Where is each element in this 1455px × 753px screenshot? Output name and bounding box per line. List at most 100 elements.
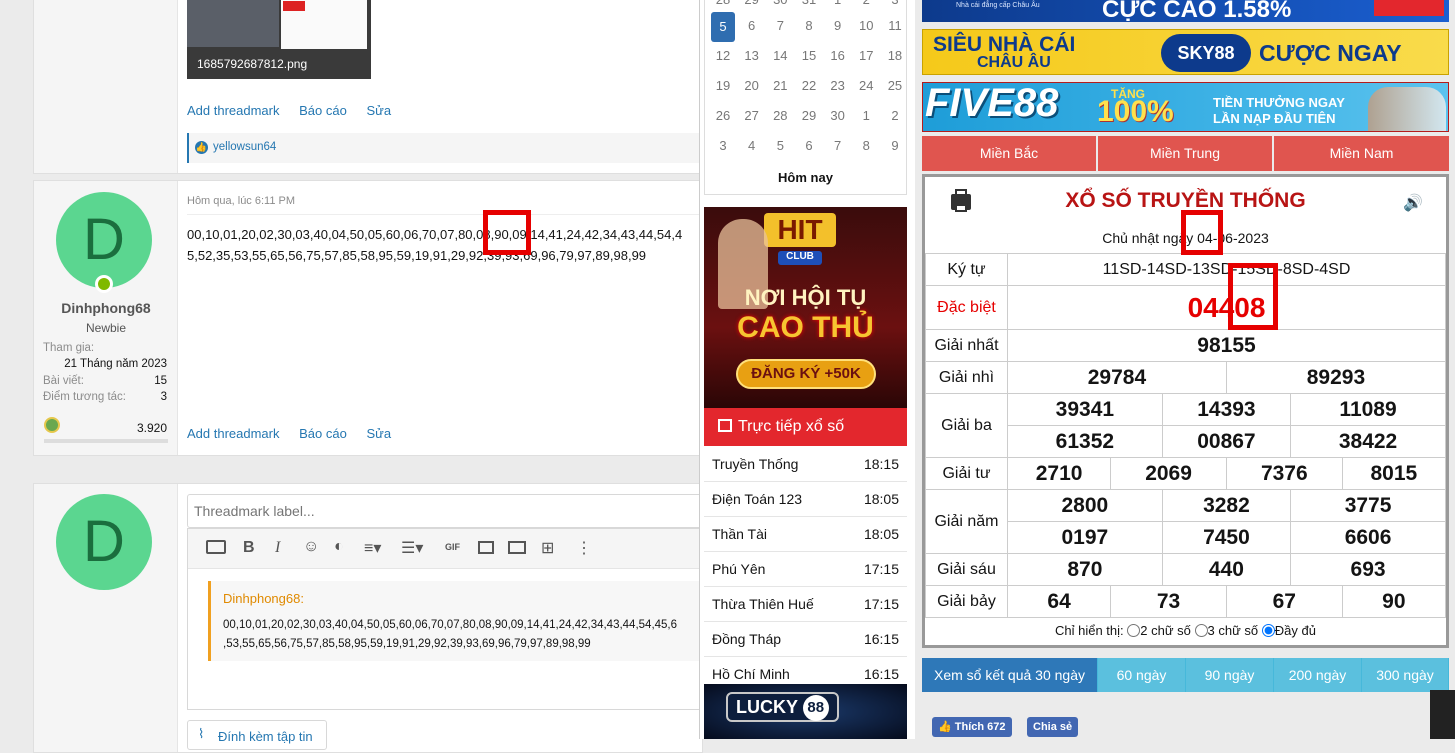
tab-mien-trung[interactable]: Miền Trung bbox=[1098, 136, 1272, 171]
money-icon[interactable] bbox=[206, 540, 226, 554]
ky-tu-value: 11SD-14SD-13SD-15SD-8SD-4SD bbox=[1007, 253, 1446, 286]
ad-hit-club[interactable]: HIT CLUB NƠI HỘI TỤ CAO THỦ ĐĂNG KÝ +50K bbox=[704, 207, 907, 408]
calendar-day[interactable]: 14 bbox=[768, 48, 792, 63]
live-lottery-item[interactable]: Điện Toán 123 18:05 bbox=[704, 482, 907, 517]
calendar-day[interactable]: 23 bbox=[826, 78, 850, 93]
calendar-day[interactable]: 20 bbox=[740, 78, 764, 93]
label-giai-nam: Giải năm bbox=[925, 489, 1008, 554]
post-user-panel: D bbox=[34, 484, 178, 752]
filter-3-digits-radio[interactable] bbox=[1194, 624, 1208, 637]
calendar-day[interactable]: 30 bbox=[768, 0, 792, 7]
range-60-days-button[interactable]: 60 ngày bbox=[1098, 658, 1186, 692]
calendar-day[interactable]: 4 bbox=[740, 138, 764, 153]
calendar-day[interactable]: 6 bbox=[740, 18, 764, 42]
giai-bay-value: 67 bbox=[1225, 585, 1343, 618]
post-actions: Add threadmark Báo cáo Sửa bbox=[187, 103, 407, 118]
calendar-day[interactable]: 16 bbox=[826, 48, 850, 63]
fb-share-button[interactable]: Chia sẻ bbox=[1027, 717, 1079, 737]
banner-five88[interactable]: FIVE88 TẶNG 100% TIỀN THƯỞNG NGAY LẦN NẠ… bbox=[922, 82, 1449, 132]
bold-icon[interactable]: B bbox=[243, 539, 255, 557]
calendar-day[interactable]: 29 bbox=[740, 0, 764, 7]
calendar-day[interactable]: 8 bbox=[797, 18, 821, 42]
more-icon[interactable]: ⋮ bbox=[576, 538, 592, 558]
calendar-day[interactable]: 28 bbox=[711, 0, 735, 7]
range-30-days-button[interactable]: Xem sổ kết quả 30 ngày bbox=[922, 658, 1098, 692]
edit-link[interactable]: Sửa bbox=[366, 426, 391, 441]
ad-lucky88[interactable]: LUCKY 88 bbox=[704, 684, 907, 739]
add-threadmark-link[interactable]: Add threadmark bbox=[187, 426, 280, 441]
live-lottery-item[interactable]: Đồng Tháp 16:15 bbox=[704, 622, 907, 657]
attach-files-button[interactable]: ⌇ Đính kèm tập tin bbox=[187, 720, 327, 750]
calendar-day[interactable]: 5 bbox=[711, 12, 735, 42]
emoji-icon[interactable]: ☺ bbox=[303, 538, 319, 556]
gif-icon[interactable]: GIF bbox=[445, 542, 460, 552]
palette-icon[interactable]: ◐ bbox=[334, 538, 344, 556]
calendar-day[interactable]: 22 bbox=[797, 78, 821, 93]
stat-reactions: Điểm tương tác: 3 bbox=[43, 391, 167, 403]
calendar-day[interactable]: 21 bbox=[768, 78, 792, 93]
calendar-day[interactable]: 12 bbox=[711, 48, 735, 63]
calendar-day[interactable]: 15 bbox=[797, 48, 821, 63]
calendar-day[interactable]: 9 bbox=[883, 138, 907, 153]
calendar-day[interactable]: 18 bbox=[883, 48, 907, 63]
calendar-day[interactable]: 30 bbox=[826, 108, 850, 123]
image-icon[interactable] bbox=[478, 541, 494, 554]
calendar-day[interactable]: 17 bbox=[854, 48, 878, 63]
calendar-day[interactable]: 28 bbox=[768, 108, 792, 123]
row-giai-nhi: Giải nhì 29784 89293 bbox=[925, 361, 1447, 394]
range-90-days-button[interactable]: 90 ngày bbox=[1186, 658, 1274, 692]
calendar-day[interactable]: 3 bbox=[711, 138, 735, 153]
live-lottery-item[interactable]: Truyền Thống 18:15 bbox=[704, 447, 907, 482]
tab-mien-nam[interactable]: Miền Nam bbox=[1274, 136, 1449, 171]
threadmark-label-input[interactable] bbox=[187, 494, 702, 528]
calendar-day[interactable]: 7 bbox=[826, 138, 850, 153]
calendar-day[interactable]: 2 bbox=[854, 0, 878, 7]
edit-link[interactable]: Sửa bbox=[366, 103, 391, 118]
banner-sky88-top[interactable]: Nhà cái đẳng cấp Châu Âu CỰC CAO 1.58% bbox=[922, 0, 1449, 22]
calendar-today-button[interactable]: Hôm nay bbox=[705, 170, 906, 185]
calendar-day[interactable]: 31 bbox=[797, 0, 821, 7]
liker-link[interactable]: yellowsun64 bbox=[213, 141, 276, 153]
speaker-icon[interactable]: 🔊 bbox=[1403, 193, 1423, 213]
calendar-day[interactable]: 3 bbox=[883, 0, 907, 7]
post-time[interactable]: Hôm qua, lúc 6:11 PM bbox=[187, 195, 295, 207]
calendar-day[interactable]: 8 bbox=[854, 138, 878, 153]
calendar-day[interactable]: 13 bbox=[740, 48, 764, 63]
attachment-thumbnail[interactable]: 1685792687812.png bbox=[187, 0, 371, 79]
calendar-day[interactable]: 25 bbox=[883, 78, 907, 93]
list-icon[interactable]: ☰▾ bbox=[401, 538, 423, 558]
calendar-day[interactable]: 7 bbox=[768, 18, 792, 42]
filter-2-digits-radio[interactable] bbox=[1127, 624, 1141, 637]
calendar-day[interactable]: 27 bbox=[740, 108, 764, 123]
report-link[interactable]: Báo cáo bbox=[299, 103, 347, 118]
calendar-day[interactable]: 24 bbox=[854, 78, 878, 93]
calendar-day[interactable]: 19 bbox=[711, 78, 735, 93]
media-icon[interactable] bbox=[508, 541, 526, 554]
table-icon[interactable]: ⊞ bbox=[541, 538, 554, 558]
range-200-days-button[interactable]: 200 ngày bbox=[1274, 658, 1362, 692]
calendar-day[interactable]: 1 bbox=[854, 108, 878, 123]
calendar-day[interactable]: 10 bbox=[854, 18, 878, 42]
calendar-day[interactable]: 1 bbox=[826, 0, 850, 7]
tab-mien-bac[interactable]: Miền Bắc bbox=[922, 136, 1096, 171]
username[interactable]: Dinhphong68 bbox=[34, 300, 178, 316]
calendar-day[interactable]: 5 bbox=[768, 138, 792, 153]
calendar-day[interactable]: 11 bbox=[883, 18, 907, 42]
calendar-day[interactable]: 2 bbox=[883, 108, 907, 123]
banner-sky88[interactable]: SIÊU NHÀ CÁI CHÂU ÂU SKY88 CƯỢC NGAY bbox=[922, 29, 1449, 75]
calendar-day[interactable]: 29 bbox=[797, 108, 821, 123]
fb-like-button[interactable]: 👍 Thích 672 bbox=[932, 717, 1012, 737]
live-lottery-item[interactable]: Thừa Thiên Huế 17:15 bbox=[704, 587, 907, 622]
report-link[interactable]: Báo cáo bbox=[299, 426, 347, 441]
filter-full-radio[interactable] bbox=[1261, 624, 1275, 637]
align-icon[interactable]: ≡▾ bbox=[364, 538, 381, 558]
add-threadmark-link[interactable]: Add threadmark bbox=[187, 103, 280, 118]
calendar-day[interactable]: 6 bbox=[797, 138, 821, 153]
live-lottery-item[interactable]: Thần Tài 18:05 bbox=[704, 517, 907, 552]
calendar-day[interactable]: 26 bbox=[711, 108, 735, 123]
range-300-days-button[interactable]: 300 ngày bbox=[1362, 658, 1449, 692]
live-lottery-item[interactable]: Phú Yên 17:15 bbox=[704, 552, 907, 587]
italic-icon[interactable]: I bbox=[275, 539, 280, 557]
calendar-day[interactable]: 9 bbox=[826, 18, 850, 42]
avatar[interactable]: D bbox=[56, 192, 152, 288]
